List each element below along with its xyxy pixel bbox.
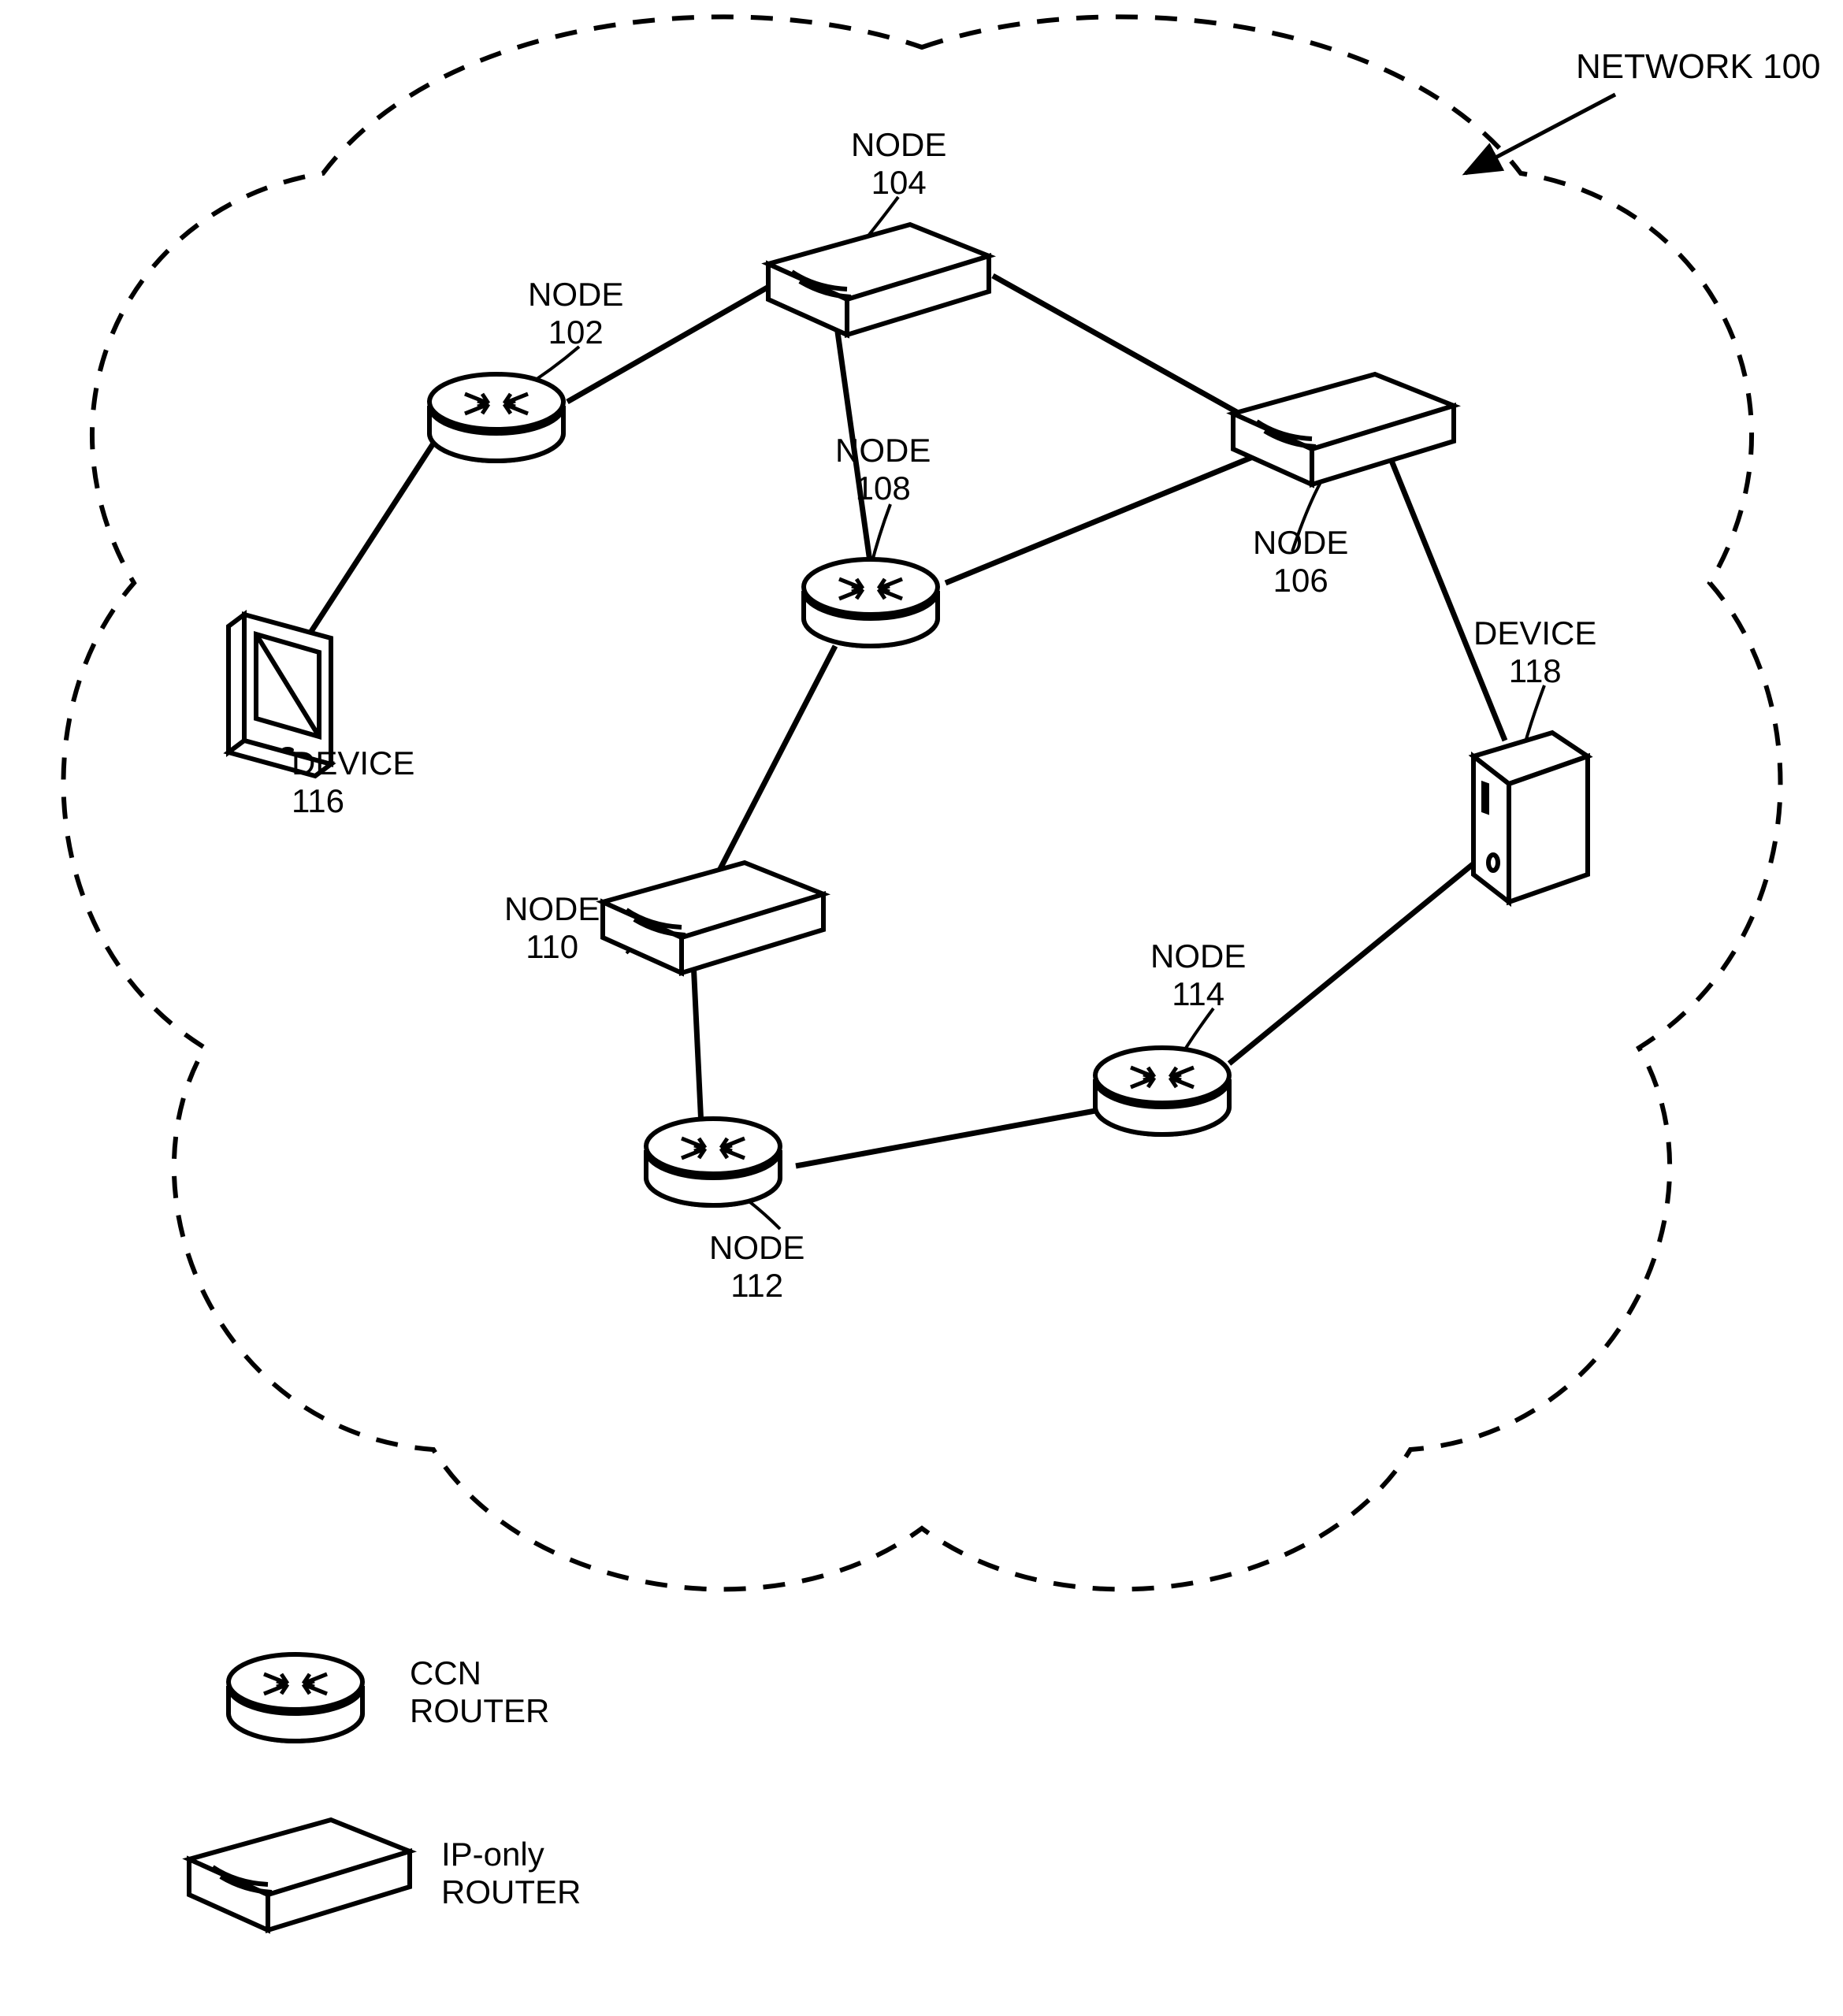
node-104: [760, 217, 997, 347]
node-106-label: NODE 106: [1253, 524, 1348, 600]
node-110-label: NODE 110: [504, 890, 600, 967]
ip-router-icon: [189, 1820, 410, 1930]
label-leaders: [292, 197, 1544, 1229]
device-116-label: DEVICE 116: [292, 744, 414, 821]
server-icon: [1473, 733, 1588, 902]
node-114: [1087, 1032, 1237, 1146]
edge-112-114: [796, 1111, 1095, 1166]
ccn-router-icon: [429, 374, 563, 461]
node-108: [796, 544, 946, 658]
legend-ip-icon: [181, 1812, 418, 1942]
ccn-router-icon: [1095, 1048, 1229, 1134]
device-118: [1458, 725, 1600, 918]
node-112: [638, 1103, 788, 1217]
ip-router-icon: [768, 225, 989, 335]
network-leader: [1466, 95, 1615, 173]
edge-108-110: [709, 646, 835, 890]
node-114-label: NODE 114: [1150, 937, 1246, 1014]
edge-114-118: [1229, 851, 1489, 1064]
node-102-label: NODE 102: [528, 276, 623, 352]
ccn-router-icon: [804, 559, 938, 646]
legend-ip-label: IP-only ROUTER: [441, 1836, 581, 1912]
legend-ccn-label: CCN ROUTER: [410, 1654, 549, 1731]
node-110: [595, 855, 831, 985]
ccn-router-icon: [646, 1119, 780, 1205]
ip-router-icon: [1233, 374, 1454, 485]
ccn-router-icon: [229, 1654, 362, 1741]
edge-104-106: [993, 276, 1261, 425]
legend-ccn-icon: [221, 1639, 370, 1753]
edge-108-106: [946, 457, 1253, 583]
network-label: NETWORK 100: [1576, 47, 1821, 87]
node-102: [422, 358, 571, 473]
node-108-label: NODE 108: [835, 432, 931, 508]
edge-110-112: [693, 961, 701, 1127]
device-118-label: DEVICE 118: [1473, 614, 1596, 691]
node-112-label: NODE 112: [709, 1229, 804, 1305]
ip-router-icon: [603, 863, 823, 973]
node-104-label: NODE 104: [851, 126, 946, 202]
node-106: [1225, 366, 1462, 496]
